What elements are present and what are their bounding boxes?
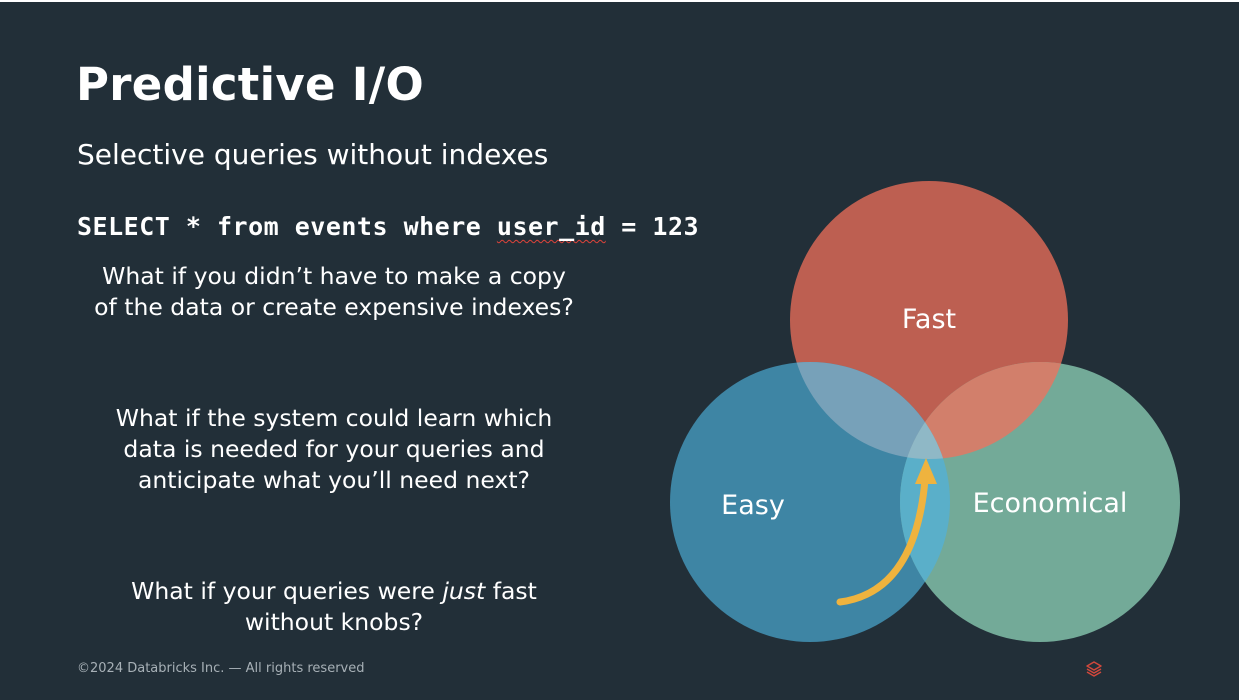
copyright-footer: ©2024 Databricks Inc. — All rights reser…	[77, 661, 365, 676]
venn-label-economical: Economical	[973, 488, 1128, 519]
venn-diagram: Fast Easy Economical	[670, 181, 1180, 642]
slide: Predictive I/O Selective queries without…	[0, 2, 1239, 700]
venn-label-fast: Fast	[902, 304, 956, 335]
databricks-logo-icon	[1086, 661, 1102, 677]
venn-label-easy: Easy	[721, 490, 785, 521]
